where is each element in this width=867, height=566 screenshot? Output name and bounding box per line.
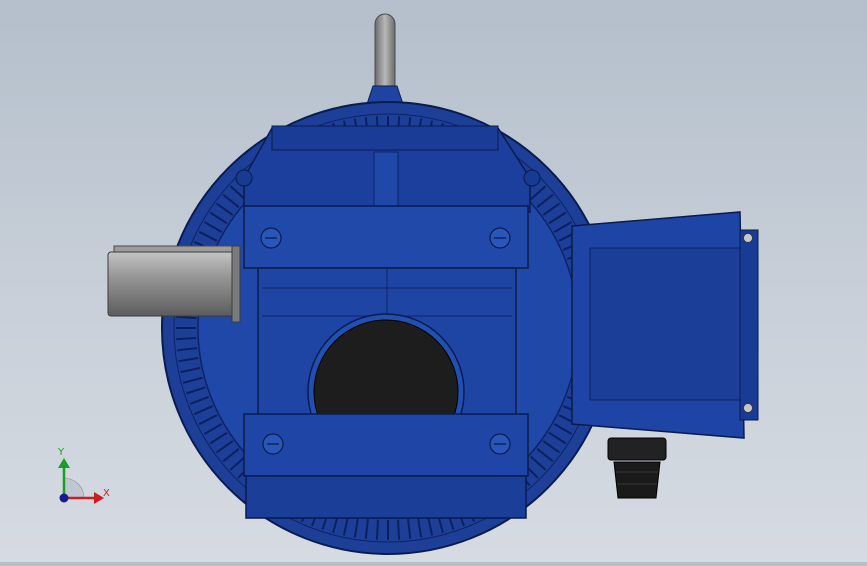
gearbox-base[interactable]: [243, 413, 529, 519]
terminal-box[interactable]: [571, 211, 759, 439]
input-shaft[interactable]: [107, 245, 241, 323]
coordinate-triad: Y X: [57, 447, 110, 504]
y-axis-arrowhead: [58, 458, 70, 468]
cooling-fin: [375, 519, 379, 540]
x-axis-label: X: [103, 488, 110, 499]
y-axis-label: Y: [57, 447, 65, 458]
z-axis-dot: [59, 493, 69, 503]
gearbox-top[interactable]: [235, 125, 541, 213]
cooling-fin: [176, 315, 197, 319]
cad-model-view[interactable]: Y X: [0, 0, 867, 562]
cooling-fin: [397, 519, 401, 540]
lifting-eye-bolt[interactable]: [366, 13, 404, 105]
cooling-fin: [176, 337, 197, 341]
terminal-screw-icon: [743, 403, 753, 413]
terminal-screw-icon: [743, 233, 753, 243]
cable-gland[interactable]: [607, 437, 667, 499]
cad-viewport[interactable]: Y X: [0, 0, 867, 562]
